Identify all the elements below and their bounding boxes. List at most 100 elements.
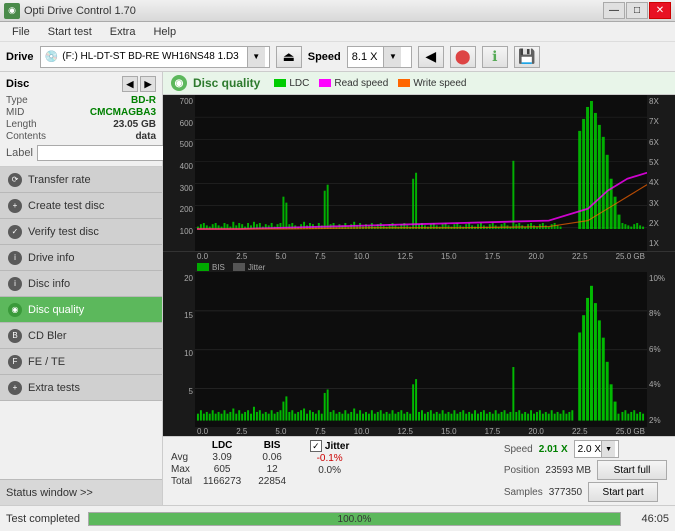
stats-right-panel: Speed 2.01 X 2.0 X ▼ Position 23593 MB S… — [504, 440, 667, 502]
drive-info-label: Drive info — [28, 252, 74, 264]
y1-400: 400 — [180, 162, 193, 171]
sidebar-item-verify-test-disc[interactable]: ✓ Verify test disc — [0, 219, 162, 245]
disc-load-icon[interactable]: ◀ — [122, 76, 138, 92]
chart2-wrapper: 20 15 10 5 — [163, 272, 675, 428]
eject-button[interactable]: ⏏ — [276, 46, 302, 68]
jitter-checkbox[interactable]: ✓ — [310, 440, 322, 452]
disc-info-icon: i — [8, 277, 22, 291]
sidebar-item-drive-info[interactable]: i Drive info — [0, 245, 162, 271]
x2-22.5: 22.5 — [572, 427, 588, 436]
start-full-button[interactable]: Start full — [597, 460, 667, 480]
cd-bler-label: CD Bler — [28, 330, 67, 342]
close-button[interactable]: ✕ — [649, 2, 671, 19]
titlebar-left: ◉ Opti Drive Control 1.70 — [4, 3, 136, 19]
disc-length-row: Length 23.05 GB — [6, 119, 156, 130]
x1-22.5: 22.5 — [572, 252, 588, 261]
drive-selector[interactable]: 💿 (F:) HL-DT-ST BD-RE WH16NS48 1.D3 ▼ — [40, 46, 270, 68]
disc-eject-icon[interactable]: ▶ — [140, 76, 156, 92]
speed-select-arrow[interactable]: ▼ — [601, 441, 615, 457]
menu-file[interactable]: File — [4, 25, 38, 39]
x2-15: 15.0 — [441, 427, 457, 436]
x1-15: 15.0 — [441, 252, 457, 261]
charts-container: 700 600 500 400 300 200 100 — [163, 95, 675, 436]
sidebar-item-create-test-disc[interactable]: + Create test disc — [0, 193, 162, 219]
stats-speed-value: 2.01 X — [539, 444, 568, 455]
disc-info-header: Disc ◀ ▶ — [6, 76, 156, 92]
stats-speed-row: Speed 2.01 X 2.0 X ▼ — [504, 440, 667, 458]
cd-bler-icon: B — [8, 329, 22, 343]
y1r-1x: 1X — [649, 239, 659, 248]
chart2-legend-jitter: Jitter — [233, 263, 265, 272]
fe-te-icon: F — [8, 355, 22, 369]
menu-extra[interactable]: Extra — [102, 25, 144, 39]
disc-label-input[interactable] — [37, 145, 175, 161]
legend-write-speed: Write speed — [398, 78, 466, 89]
sidebar-item-fe-te[interactable]: F FE / TE — [0, 349, 162, 375]
drive-dropdown-arrow[interactable]: ▼ — [247, 47, 265, 67]
sidebar-item-disc-info[interactable]: i Disc info — [0, 271, 162, 297]
stats-position-label: Position — [504, 465, 540, 476]
sidebar-item-transfer-rate[interactable]: ⟳ Transfer rate — [0, 167, 162, 193]
speed-dropdown-arrow[interactable]: ▼ — [383, 47, 401, 67]
info-button[interactable]: ℹ — [482, 46, 508, 68]
y1r-7x: 7X — [649, 117, 659, 126]
jitter-checkbox-row: ✓ Jitter — [310, 440, 349, 452]
chart1-x-labels: 0.0 2.5 5.0 7.5 10.0 12.5 15.0 17.5 20.0… — [163, 252, 675, 261]
menu-help[interactable]: Help — [145, 25, 184, 39]
stats-row-labels: X Avg Max Total — [171, 440, 192, 487]
chart1-y-axis-right: 8X 7X 6X 5X 4X 3X 2X 1X — [647, 95, 675, 251]
chart2-y-axis-right: 10% 8% 6% 4% 2% — [647, 272, 675, 428]
transfer-rate-label: Transfer rate — [28, 174, 91, 186]
menu-start-test[interactable]: Start test — [40, 25, 100, 39]
disc-type-label: Type — [6, 95, 28, 106]
y1-200: 200 — [180, 205, 193, 214]
erase-button[interactable]: ⬤ — [450, 46, 476, 68]
sidebar-item-cd-bler[interactable]: B CD Bler — [0, 323, 162, 349]
speed-label: Speed — [308, 51, 341, 63]
titlebar: ◉ Opti Drive Control 1.70 — □ ✕ — [0, 0, 675, 22]
legend-ldc: LDC — [274, 78, 309, 89]
sidebar-item-extra-tests[interactable]: + Extra tests — [0, 375, 162, 401]
left-panel: Disc ◀ ▶ Type BD-R MID CMCMAGBA3 Length … — [0, 72, 163, 505]
y1r-8x: 8X — [649, 97, 659, 106]
maximize-button[interactable]: □ — [626, 2, 648, 19]
chart1-canvas — [195, 95, 647, 251]
y1r-6x: 6X — [649, 138, 659, 147]
drive-value: (F:) HL-DT-ST BD-RE WH16NS48 1.D3 — [62, 51, 239, 62]
disc-type-value: BD-R — [131, 95, 156, 106]
legend-read-speed-label: Read speed — [334, 78, 388, 89]
disc-label-label: Label — [6, 147, 33, 159]
y2-15: 15 — [184, 311, 193, 320]
x2-10: 10.0 — [354, 427, 370, 436]
disc-header-icons: ◀ ▶ — [122, 76, 156, 92]
x2-12.5: 12.5 — [397, 427, 413, 436]
chart2-x-labels-inner: 0.0 2.5 5.0 7.5 10.0 12.5 15.0 17.5 20.0… — [195, 427, 647, 436]
disc-header-label: Disc — [6, 78, 29, 90]
x2-7.5: 7.5 — [315, 427, 326, 436]
start-part-button[interactable]: Start part — [588, 482, 658, 502]
x2-25: 25.0 GB — [616, 427, 645, 436]
y2r-6: 6% — [649, 345, 661, 354]
y2r-10: 10% — [649, 274, 665, 283]
stats-jitter-header: Jitter — [325, 441, 349, 452]
x2-5: 5.0 — [275, 427, 286, 436]
status-text: Test completed — [6, 513, 80, 525]
verify-test-disc-icon: ✓ — [8, 225, 22, 239]
x2-20: 20.0 — [528, 427, 544, 436]
stats-max-label: Max — [171, 464, 192, 475]
disc-label-row: Label ⚙ — [6, 144, 156, 162]
status-window-toggle[interactable]: Status window >> — [0, 479, 162, 505]
create-test-disc-label: Create test disc — [28, 200, 104, 212]
speed-selector[interactable]: 8.1 X ▼ — [347, 46, 412, 68]
y1r-5x: 5X — [649, 158, 659, 167]
nav-items: ⟳ Transfer rate + Create test disc ✓ Ver… — [0, 167, 162, 479]
save-button[interactable]: 💾 — [514, 46, 540, 68]
prev-button[interactable]: ◀ — [418, 46, 444, 68]
chart2-legend-bis: BIS — [197, 263, 225, 272]
y1r-2x: 2X — [649, 219, 659, 228]
stats-jitter-col: ✓ Jitter -0.1% 0.0% — [302, 440, 357, 476]
speed-value: 8.1 X — [352, 51, 378, 63]
speed-select-small[interactable]: 2.0 X ▼ — [574, 440, 619, 458]
minimize-button[interactable]: — — [603, 2, 625, 19]
sidebar-item-disc-quality[interactable]: ◉ Disc quality — [0, 297, 162, 323]
